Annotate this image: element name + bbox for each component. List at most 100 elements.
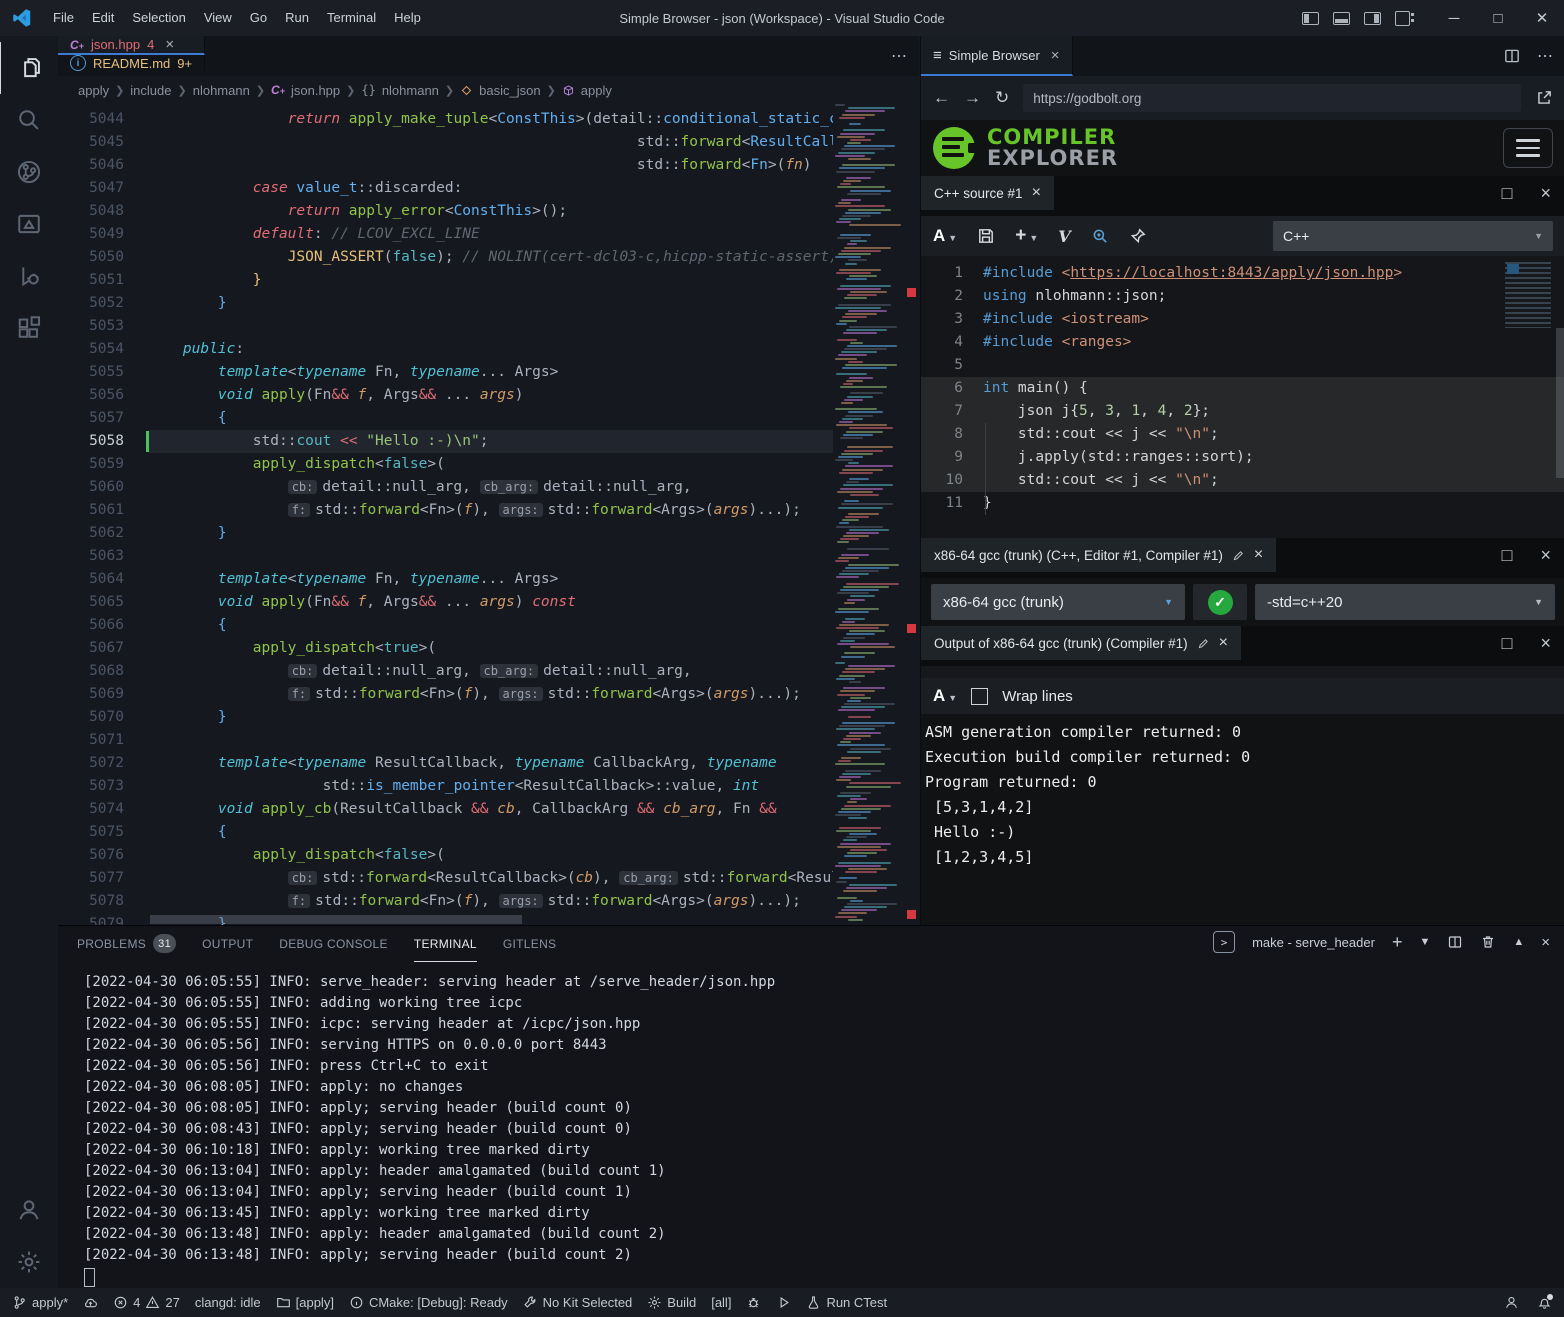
close-pane-icon[interactable]: ×: [1540, 634, 1551, 652]
status-notifications[interactable]: [1537, 1292, 1552, 1314]
close-pane-icon[interactable]: ×: [1540, 546, 1551, 564]
source-scrollbar[interactable]: [1556, 328, 1564, 478]
font-size-button[interactable]: A▼: [933, 686, 957, 706]
maximize-pane-icon[interactable]: □: [1502, 546, 1513, 564]
toggle-secondary-sidebar-icon[interactable]: [1364, 12, 1381, 25]
compile-status-button[interactable]: ✓: [1193, 584, 1247, 620]
terminal-dropdown-icon[interactable]: ▼: [1419, 936, 1430, 948]
terminal-output[interactable]: [2022-04-30 06:05:55] INFO: serve_header…: [58, 962, 1564, 1287]
activity-cmake-panel[interactable]: [0, 198, 58, 250]
maximize-pane-icon[interactable]: □: [1502, 634, 1513, 652]
reload-icon[interactable]: ↻: [995, 88, 1009, 108]
more-actions-icon[interactable]: ⋯: [1537, 46, 1553, 66]
status-cmake-folder[interactable]: [apply]: [276, 1292, 334, 1314]
breadcrumb[interactable]: apply❯include❯nlohmann❯C+json.hpp❯{}nloh…: [58, 76, 919, 104]
panel-tab-output[interactable]: OUTPUT: [202, 926, 253, 961]
save-icon[interactable]: [977, 227, 995, 245]
status-cmake-build[interactable]: Build: [647, 1292, 696, 1314]
forward-icon[interactable]: →: [964, 88, 981, 108]
font-size-button[interactable]: A▼: [933, 226, 957, 246]
url-input[interactable]: https://godbolt.org: [1023, 84, 1521, 112]
close-pane-icon[interactable]: ×: [1254, 546, 1263, 564]
add-pane-button[interactable]: +▼: [1015, 225, 1038, 247]
split-terminal-icon[interactable]: [1447, 934, 1463, 950]
status-build-target[interactable]: [all]: [711, 1292, 731, 1314]
menu-selection[interactable]: Selection: [123, 10, 194, 25]
breadcrumb-item[interactable]: json.hpp: [291, 83, 340, 98]
activity-settings[interactable]: [0, 1236, 58, 1288]
compiler-select[interactable]: x86-64 gcc (trunk)▼: [931, 584, 1185, 620]
menu-file[interactable]: File: [44, 10, 83, 25]
breadcrumb-item[interactable]: apply: [78, 83, 109, 98]
tab-README.md[interactable]: iREADME.md9+: [58, 55, 205, 71]
tab-json.hpp[interactable]: C+json.hpp4×: [58, 36, 205, 55]
status-problems[interactable]: 427: [113, 1292, 180, 1314]
wrap-lines-checkbox[interactable]: [971, 688, 988, 705]
rename-icon[interactable]: [1232, 549, 1245, 562]
status-publish-changes[interactable]: [83, 1292, 98, 1314]
panel-tab-debug-console[interactable]: DEBUG CONSOLE: [279, 926, 388, 961]
close-pane-icon[interactable]: ×: [1219, 634, 1228, 652]
tab-simple-browser[interactable]: ≡ Simple Browser ×: [921, 36, 1073, 76]
maximize-button[interactable]: □: [1476, 0, 1520, 36]
panel-tab-problems[interactable]: PROBLEMS31: [77, 926, 176, 961]
pin-icon[interactable]: [1129, 227, 1147, 245]
open-external-icon[interactable]: [1535, 89, 1553, 107]
horizontal-scrollbar[interactable]: [150, 915, 522, 924]
rename-icon[interactable]: [1197, 637, 1210, 650]
new-terminal-icon[interactable]: +: [1392, 932, 1403, 953]
breadcrumb-item[interactable]: nlohmann: [193, 83, 250, 98]
activity-search[interactable]: [0, 94, 58, 146]
close-panel-icon[interactable]: ×: [1541, 934, 1550, 951]
hamburger-menu-icon[interactable]: [1503, 128, 1553, 168]
code-editor[interactable]: 5044 return apply_make_tuple<ConstThis>(…: [58, 104, 919, 925]
minimize-button[interactable]: ─: [1432, 0, 1476, 36]
kill-terminal-icon[interactable]: [1480, 934, 1496, 950]
toggle-sidebar-icon[interactable]: [1302, 12, 1319, 25]
close-tab-icon[interactable]: ×: [1051, 47, 1060, 64]
activity-account[interactable]: [0, 1184, 58, 1236]
status-cmake-status[interactable]: CMake: [Debug]: Ready: [349, 1292, 508, 1314]
split-editor-icon[interactable]: [1503, 47, 1521, 65]
status-clangd-status[interactable]: clangd: idle: [195, 1292, 261, 1314]
menu-edit[interactable]: Edit: [83, 10, 123, 25]
menu-go[interactable]: Go: [241, 10, 276, 25]
activity-run-debug[interactable]: [0, 250, 58, 302]
close-window-button[interactable]: ✕: [1520, 0, 1564, 36]
tab-compiler[interactable]: x86-64 gcc (trunk) (C++, Editor #1, Comp…: [921, 538, 1276, 572]
vim-mode-icon[interactable]: V: [1058, 227, 1070, 246]
status-run-ctest[interactable]: Run CTest: [806, 1292, 887, 1314]
close-tab-icon[interactable]: ×: [165, 36, 174, 53]
toggle-panel-icon[interactable]: [1333, 12, 1350, 25]
compiler-options-input[interactable]: -std=c++20▼: [1255, 584, 1555, 620]
tab-cpp-source[interactable]: C++ source #1 ×: [921, 176, 1054, 210]
activity-source-control[interactable]: [0, 146, 58, 198]
customize-layout-icon[interactable]: [1395, 11, 1410, 26]
breadcrumb-item[interactable]: apply: [581, 83, 612, 98]
terminal-select[interactable]: make - serve_header: [1252, 935, 1375, 950]
panel-tab-gitlens[interactable]: GITLENS: [503, 926, 556, 961]
source-code-editor[interactable]: 1#include <https://localhost:8443/apply/…: [921, 256, 1564, 538]
menu-terminal[interactable]: Terminal: [318, 10, 385, 25]
status-launch-target[interactable]: [776, 1292, 791, 1314]
language-select[interactable]: C++▼: [1273, 221, 1553, 251]
back-icon[interactable]: ←: [933, 88, 950, 108]
status-debug-target[interactable]: [746, 1292, 761, 1314]
activity-explorer[interactable]: [0, 42, 59, 94]
tab-output[interactable]: Output of x86-64 gcc (trunk) (Compiler #…: [921, 626, 1241, 660]
breadcrumb-item[interactable]: basic_json: [479, 83, 540, 98]
maximize-panel-icon[interactable]: ▲: [1513, 936, 1524, 948]
minimap[interactable]: [833, 104, 903, 925]
breadcrumb-item[interactable]: nlohmann: [382, 83, 439, 98]
status-git-branch[interactable]: apply*: [12, 1292, 68, 1314]
zoom-icon[interactable]: [1091, 227, 1109, 245]
status-feedback[interactable]: [1504, 1292, 1519, 1314]
panel-tab-terminal[interactable]: TERMINAL: [414, 926, 477, 962]
menu-help[interactable]: Help: [385, 10, 430, 25]
menu-run[interactable]: Run: [276, 10, 318, 25]
maximize-pane-icon[interactable]: □: [1502, 184, 1513, 202]
activity-extensions[interactable]: [0, 302, 58, 354]
breadcrumb-item[interactable]: include: [130, 83, 171, 98]
close-pane-icon[interactable]: ×: [1032, 184, 1041, 202]
more-actions-icon[interactable]: ⋯: [891, 46, 907, 66]
